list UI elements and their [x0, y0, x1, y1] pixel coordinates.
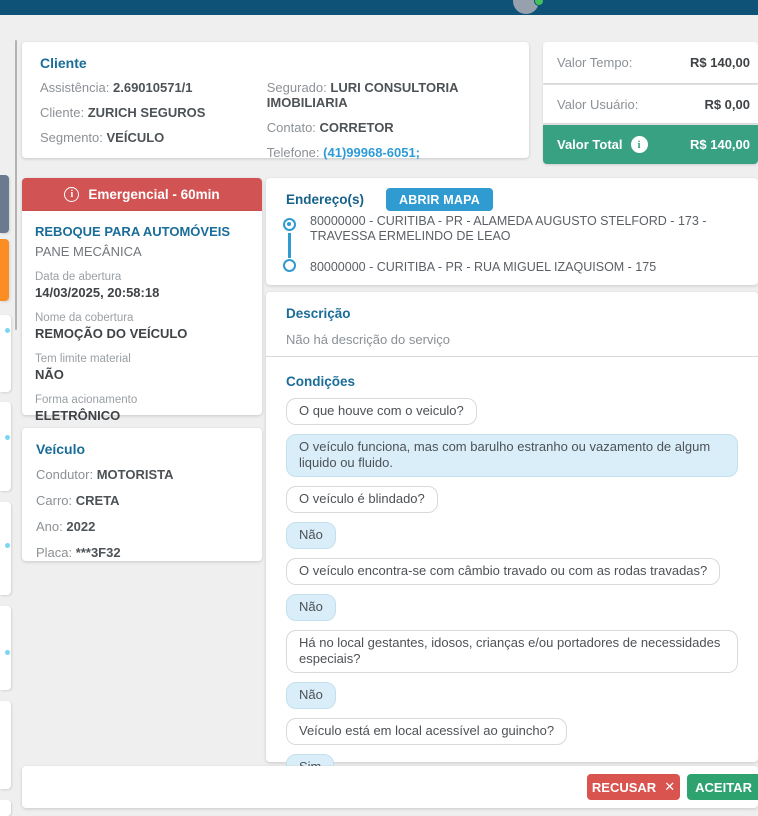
- insured-name: Segurado: LURI CONSULTORIA IMOBILIARIA: [267, 80, 511, 110]
- condition-answer: Não: [286, 594, 336, 621]
- grand-total-row: Valor Total i R$ 140,00: [543, 125, 758, 164]
- destination-marker-icon[interactable]: [283, 259, 296, 272]
- condition-question: Há no local gestantes, idosos, crianças …: [286, 630, 738, 673]
- open-map-button[interactable]: ABRIR MAPA: [386, 188, 493, 211]
- phone: Telefone: (41)99968-6051;: [267, 145, 511, 160]
- left-card-sliver[interactable]: [0, 606, 11, 690]
- coverage-name-field: Nome da coberturaREMOÇÃO DO VEÍCULO: [35, 312, 249, 341]
- plate-field: Placa: ***3F32: [36, 545, 248, 560]
- timer-dot-icon: [5, 435, 10, 440]
- condition-answer: Não: [286, 682, 336, 709]
- left-card-sliver[interactable]: [0, 402, 11, 491]
- left-card-sliver-gray[interactable]: [0, 175, 9, 233]
- activation-form-field: Forma acionamentoELETRÔNICO: [35, 394, 249, 423]
- emergency-banner: i Emergencial - 60min: [22, 178, 262, 211]
- description-title: Descrição: [286, 306, 738, 321]
- vehicle-card: Veículo Condutor: MOTORISTA Carro: CRETA…: [22, 428, 262, 561]
- material-limit-field: Tem limite materialNÃO: [35, 353, 249, 382]
- emergency-info-icon[interactable]: i: [64, 187, 79, 202]
- condition-question: O veículo é blindado?: [286, 486, 438, 513]
- origin-marker-icon[interactable]: [283, 218, 296, 231]
- online-status-icon: [534, 0, 544, 6]
- condition-question: O veículo encontra-se com câmbio travado…: [286, 558, 720, 585]
- condition-question: Veículo está em local acessível ao guinc…: [286, 718, 567, 745]
- route-line: [288, 233, 291, 258]
- addresses-title: Endereço(s): [286, 192, 364, 207]
- refuse-button[interactable]: RECUSAR✕: [587, 774, 680, 800]
- left-card-sliver[interactable]: [0, 701, 11, 789]
- opening-date-field: Data de abertura14/03/2025, 20:58:18: [35, 271, 249, 300]
- service-card: REBOQUE PARA AUTOMÓVEIS PANE MECÂNICA Da…: [22, 211, 262, 415]
- car-field: Carro: CRETA: [36, 493, 248, 508]
- condition-answer: Não: [286, 522, 336, 549]
- timer-dot-icon: [5, 328, 10, 333]
- year-field: Ano: 2022: [36, 519, 248, 534]
- timer-dot-icon: [5, 650, 10, 655]
- left-card-sliver[interactable]: [0, 315, 11, 392]
- left-card-sliver-orange[interactable]: [0, 239, 9, 301]
- left-column-scrollbar[interactable]: [15, 40, 17, 330]
- segment: Segmento: VEÍCULO: [40, 130, 267, 145]
- total-user-row: Valor Usuário: R$ 0,00: [543, 85, 758, 123]
- conditions-list: O que houve com o veiculo? O veículo fun…: [286, 398, 738, 781]
- vehicle-card-title: Veículo: [36, 441, 248, 457]
- top-navigation-bar: [0, 0, 758, 15]
- details-card: Descrição Não há descrição do serviço Co…: [266, 292, 758, 762]
- driver-field: Condutor: MOTORISTA: [36, 467, 248, 482]
- left-card-sliver[interactable]: [0, 800, 11, 816]
- emergency-banner-label: Emergencial - 60min: [88, 187, 219, 202]
- left-card-sliver[interactable]: [0, 502, 11, 595]
- total-user-value: R$ 0,00: [704, 97, 750, 112]
- contact: Contato: CORRETOR: [267, 120, 511, 135]
- service-name: REBOQUE PARA AUTOMÓVEIS: [35, 224, 249, 239]
- accept-button[interactable]: ACEITAR✓: [687, 774, 758, 800]
- timer-dot-icon: [5, 543, 10, 548]
- condition-question: O que houve com o veiculo?: [286, 398, 477, 425]
- phone-link[interactable]: (41)99968-6051;: [323, 145, 420, 160]
- grand-total-value: R$ 140,00: [690, 137, 750, 152]
- description-empty-text: Não há descrição do serviço: [286, 332, 738, 347]
- assistance-detail-page: Cliente Assistência: 2.69010571/1 Client…: [0, 0, 758, 816]
- service-cause: PANE MECÂNICA: [35, 244, 249, 259]
- assistance-number: Assistência: 2.69010571/1: [40, 80, 267, 95]
- conditions-title: Condições: [286, 374, 738, 389]
- section-divider: [266, 356, 758, 357]
- origin-address: 80000000 - CURITIBA - PR - ALAMEDA AUGUS…: [310, 214, 740, 244]
- client-card: Cliente Assistência: 2.69010571/1 Client…: [22, 42, 529, 158]
- totals-card: Valor Tempo: R$ 140,00 Valor Usuário: R$…: [543, 42, 758, 164]
- total-info-icon[interactable]: i: [631, 136, 648, 153]
- total-time-value: R$ 140,00: [690, 55, 750, 70]
- client-card-title: Cliente: [40, 55, 511, 71]
- destination-address: 80000000 - CURITIBA - PR - RUA MIGUEL IZ…: [310, 260, 740, 275]
- condition-answer: O veículo funciona, mas com barulho estr…: [286, 434, 738, 477]
- total-time-row: Valor Tempo: R$ 140,00: [543, 42, 758, 83]
- close-icon: ✕: [664, 779, 675, 795]
- action-bar: RECUSAR✕ ACEITAR✓: [22, 766, 758, 808]
- addresses-card: Endereço(s) ABRIR MAPA 80000000 - CURITI…: [266, 178, 758, 285]
- client-name: Cliente: ZURICH SEGUROS: [40, 105, 267, 120]
